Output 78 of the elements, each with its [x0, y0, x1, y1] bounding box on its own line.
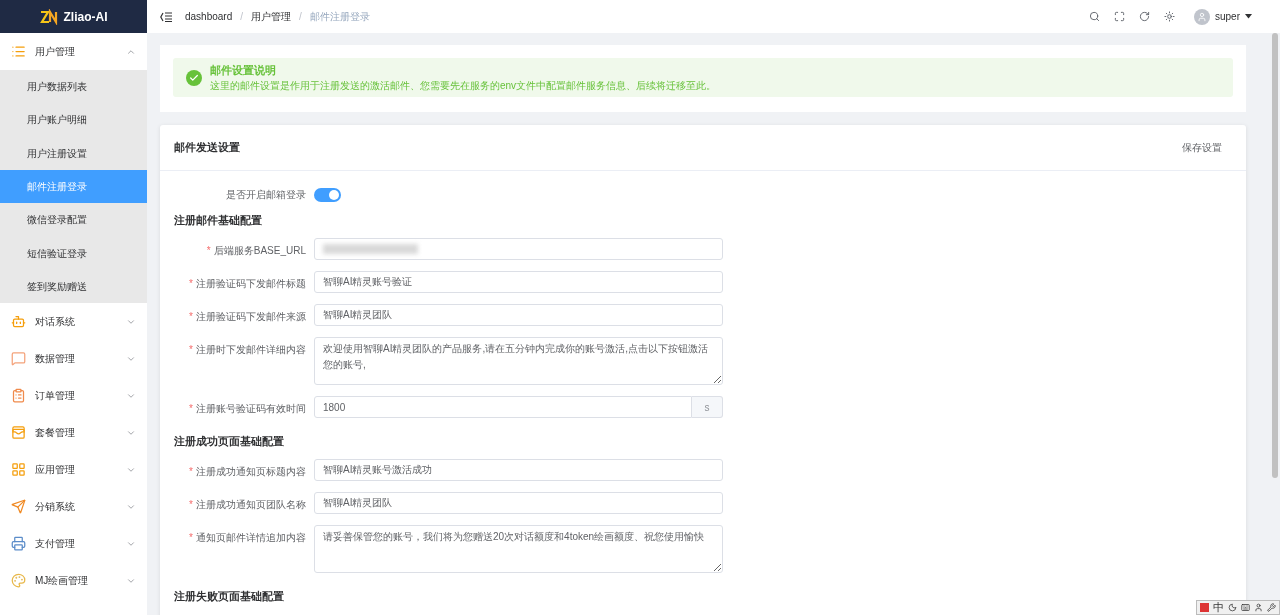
alert-text: 这里的邮件设置是作用于注册发送的激活邮件、您需要先在服务的env文件中配置邮件服务信息、后续将迁移至此。 [210, 79, 717, 92]
menu-item[interactable]: 微信登录配置 [0, 203, 147, 237]
textarea-field[interactable]: 请妥善保管您的账号，我们将为您赠送20次对话额度和4token绘画额度、祝您使用愉快 [314, 525, 723, 573]
breadcrumb-separator: / [299, 10, 302, 24]
menu-group[interactable]: 数据管理 [0, 340, 147, 378]
field-label: 注册成功通知页标题内容 [196, 465, 306, 479]
menu-item[interactable]: 用户账户明细 [0, 103, 147, 137]
required-mark: * [206, 244, 211, 258]
menu-group[interactable]: 订单管理 [0, 377, 147, 415]
menu-item[interactable]: 用户注册设置 [0, 136, 147, 170]
required-mark: * [189, 310, 193, 324]
list-icon [11, 44, 26, 59]
alert-title: 邮件设置说明 [210, 63, 277, 77]
fullscreen-icon[interactable] [1114, 11, 1125, 22]
menu-item[interactable]: 用户数据列表 [0, 70, 147, 104]
menu-group[interactable]: 分销系统 [0, 488, 147, 526]
printer-icon [11, 536, 26, 552]
breadcrumb-item[interactable]: 用户管理 [251, 9, 292, 24]
send-icon [11, 499, 26, 515]
toggle-label: 是否开启邮箱登录 [226, 189, 306, 200]
input-field[interactable]: 智聊AI精灵账号激活成功 [314, 459, 723, 481]
menu-group[interactable]: 应用管理 [0, 451, 147, 489]
robot-icon [11, 314, 26, 330]
field-label: 通知页邮件详情追加内容 [196, 531, 306, 545]
field-label: 注册时下发邮件详细内容 [196, 343, 306, 357]
palette-icon [11, 573, 26, 589]
field-label: 注册成功通知页团队名称 [196, 498, 306, 512]
field-label: 注册验证码下发邮件标题 [196, 277, 306, 291]
logo-text: Zliao-AI [63, 8, 108, 26]
card-title: 邮件发送设置 [174, 140, 240, 156]
chat-icon [11, 351, 26, 367]
required-mark: * [189, 498, 193, 512]
ime-mode[interactable]: 中 [1213, 602, 1224, 613]
menu-group[interactable]: 套餐管理 [0, 414, 147, 452]
menu-group[interactable]: MJ绘画管理 [0, 562, 147, 600]
user-name[interactable]: super [1215, 9, 1240, 24]
logo-icon [39, 8, 58, 25]
moon-icon[interactable] [1228, 603, 1237, 612]
keyboard-icon[interactable] [1241, 603, 1250, 612]
menu-item[interactable]: 短信验证登录 [0, 236, 147, 270]
field-label: 注册账号验证码有效时间 [196, 402, 306, 416]
clipboard-icon [11, 388, 26, 404]
ime-logo-icon [1200, 603, 1209, 612]
save-button[interactable]: 保存设置 [1182, 140, 1222, 155]
breadcrumb-item: 邮件注册登录 [309, 10, 370, 24]
required-mark: * [189, 531, 193, 545]
search-icon[interactable] [1089, 11, 1100, 22]
grid-icon [11, 462, 26, 478]
input-field[interactable]: 智聊AI精灵账号验证 [314, 271, 723, 293]
input-field[interactable]: 1800 [314, 396, 692, 418]
section-title: 注册成功页面基础配置 [174, 433, 284, 449]
input-field[interactable]: 智聊AI精灵团队 [314, 304, 723, 326]
caret-icon [1245, 14, 1252, 19]
field-label: 注册验证码下发邮件来源 [196, 310, 306, 324]
input-field[interactable] [314, 238, 723, 260]
wrench-icon[interactable] [1267, 603, 1276, 612]
input-field[interactable]: 智聊AI精灵团队 [314, 492, 723, 514]
collapse-menu-icon[interactable] [160, 11, 172, 22]
required-mark: * [189, 277, 193, 291]
menu-group[interactable]: 对话系统 [0, 303, 147, 341]
toggle-switch[interactable] [314, 187, 341, 202]
field-label: 后端服务BASE_URL [213, 244, 306, 258]
scrollbar[interactable] [1272, 33, 1278, 478]
section-title: 注册失败页面基础配置 [174, 588, 284, 604]
menu-group[interactable]: 支付管理 [0, 525, 147, 563]
required-mark: * [189, 402, 193, 416]
required-mark: * [189, 343, 193, 357]
unit-suffix: s [692, 396, 723, 418]
menu-item[interactable]: 签到奖励赠送 [0, 269, 147, 304]
user-icon[interactable] [1254, 603, 1263, 612]
textarea-field[interactable]: 欢迎使用智聊AI精灵团队的产品服务,请在五分钟内完成你的账号激活,点击以下按钮激活您的账号, [314, 337, 723, 385]
required-mark: * [189, 465, 193, 479]
sun-icon[interactable] [1164, 11, 1175, 22]
menu-group[interactable]: 用户管理 [0, 33, 147, 70]
section-title: 注册邮件基础配置 [174, 212, 262, 228]
breadcrumb-item[interactable]: dashboard [185, 9, 233, 24]
refresh-icon[interactable] [1139, 11, 1150, 22]
breadcrumb-separator: / [240, 10, 244, 24]
